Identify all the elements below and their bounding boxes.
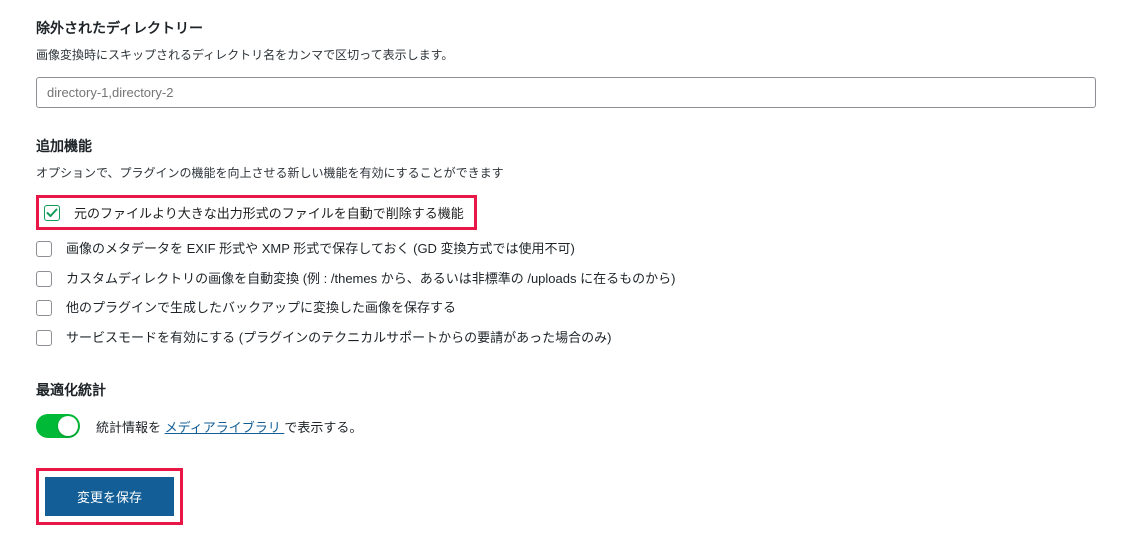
feature-label: 元のファイルより大きな出力形式のファイルを自動で削除する機能 <box>74 203 464 222</box>
feature-label: カスタムディレクトリの画像を自動変換 (例 : /themes から、あるいは非… <box>66 269 675 289</box>
feature-checkbox-custom-dir[interactable] <box>36 271 52 287</box>
stats-toggle-row: 統計情報を メディアライブラリ で表示する。 <box>36 414 1096 438</box>
feature-row-highlight: 元のファイルより大きな出力形式のファイルを自動で削除する機能 <box>36 195 477 230</box>
feature-row: カスタムディレクトリの画像を自動変換 (例 : /themes から、あるいは非… <box>36 264 1096 294</box>
features-title: 追加機能 <box>36 136 1096 156</box>
optimization-stats-section: 最適化統計 統計情報を メディアライブラリ で表示する。 <box>36 380 1096 438</box>
excluded-desc: 画像変換時にスキップされるディレクトリ名をカンマで区切って表示します。 <box>36 46 1096 63</box>
feature-label: サービスモードを有効にする (プラグインのテクニカルサポートからの要請があった場… <box>66 328 611 348</box>
feature-label: 他のプラグインで生成したバックアップに変換した画像を保存する <box>66 298 456 318</box>
excluded-directories-input[interactable] <box>36 77 1096 108</box>
feature-row: 他のプラグインで生成したバックアップに変換した画像を保存する <box>36 293 1096 323</box>
stats-text: 統計情報を メディアライブラリ で表示する。 <box>96 417 362 436</box>
feature-checkbox-auto-delete[interactable] <box>44 205 60 221</box>
excluded-title: 除外されたディレクトリー <box>36 18 1096 38</box>
save-button[interactable]: 変更を保存 <box>45 477 174 516</box>
stats-title: 最適化統計 <box>36 380 1096 400</box>
feature-checkbox-service-mode[interactable] <box>36 330 52 346</box>
additional-features-section: 追加機能 オプションで、プラグインの機能を向上させる新しい機能を有効にすることが… <box>36 136 1096 352</box>
stats-text-after: で表示する。 <box>284 420 362 435</box>
feature-row: サービスモードを有効にする (プラグインのテクニカルサポートからの要請があった場… <box>36 323 1096 353</box>
stats-toggle[interactable] <box>36 414 80 438</box>
stats-text-before: 統計情報を <box>96 420 165 435</box>
feature-checkbox-exif-xmp[interactable] <box>36 241 52 257</box>
media-library-link[interactable]: メディアライブラリ <box>165 420 285 435</box>
check-icon <box>46 207 58 219</box>
feature-label: 画像のメタデータを EXIF 形式や XMP 形式で保存しておく (GD 変換方… <box>66 239 575 259</box>
feature-row: 画像のメタデータを EXIF 形式や XMP 形式で保存しておく (GD 変換方… <box>36 234 1096 264</box>
excluded-directories-section: 除外されたディレクトリー 画像変換時にスキップされるディレクトリ名をカンマで区切… <box>36 18 1096 108</box>
toggle-knob <box>58 416 78 436</box>
features-desc: オプションで、プラグインの機能を向上させる新しい機能を有効にすることができます <box>36 164 1096 181</box>
feature-checkbox-backup[interactable] <box>36 300 52 316</box>
save-highlight: 変更を保存 <box>36 468 183 525</box>
